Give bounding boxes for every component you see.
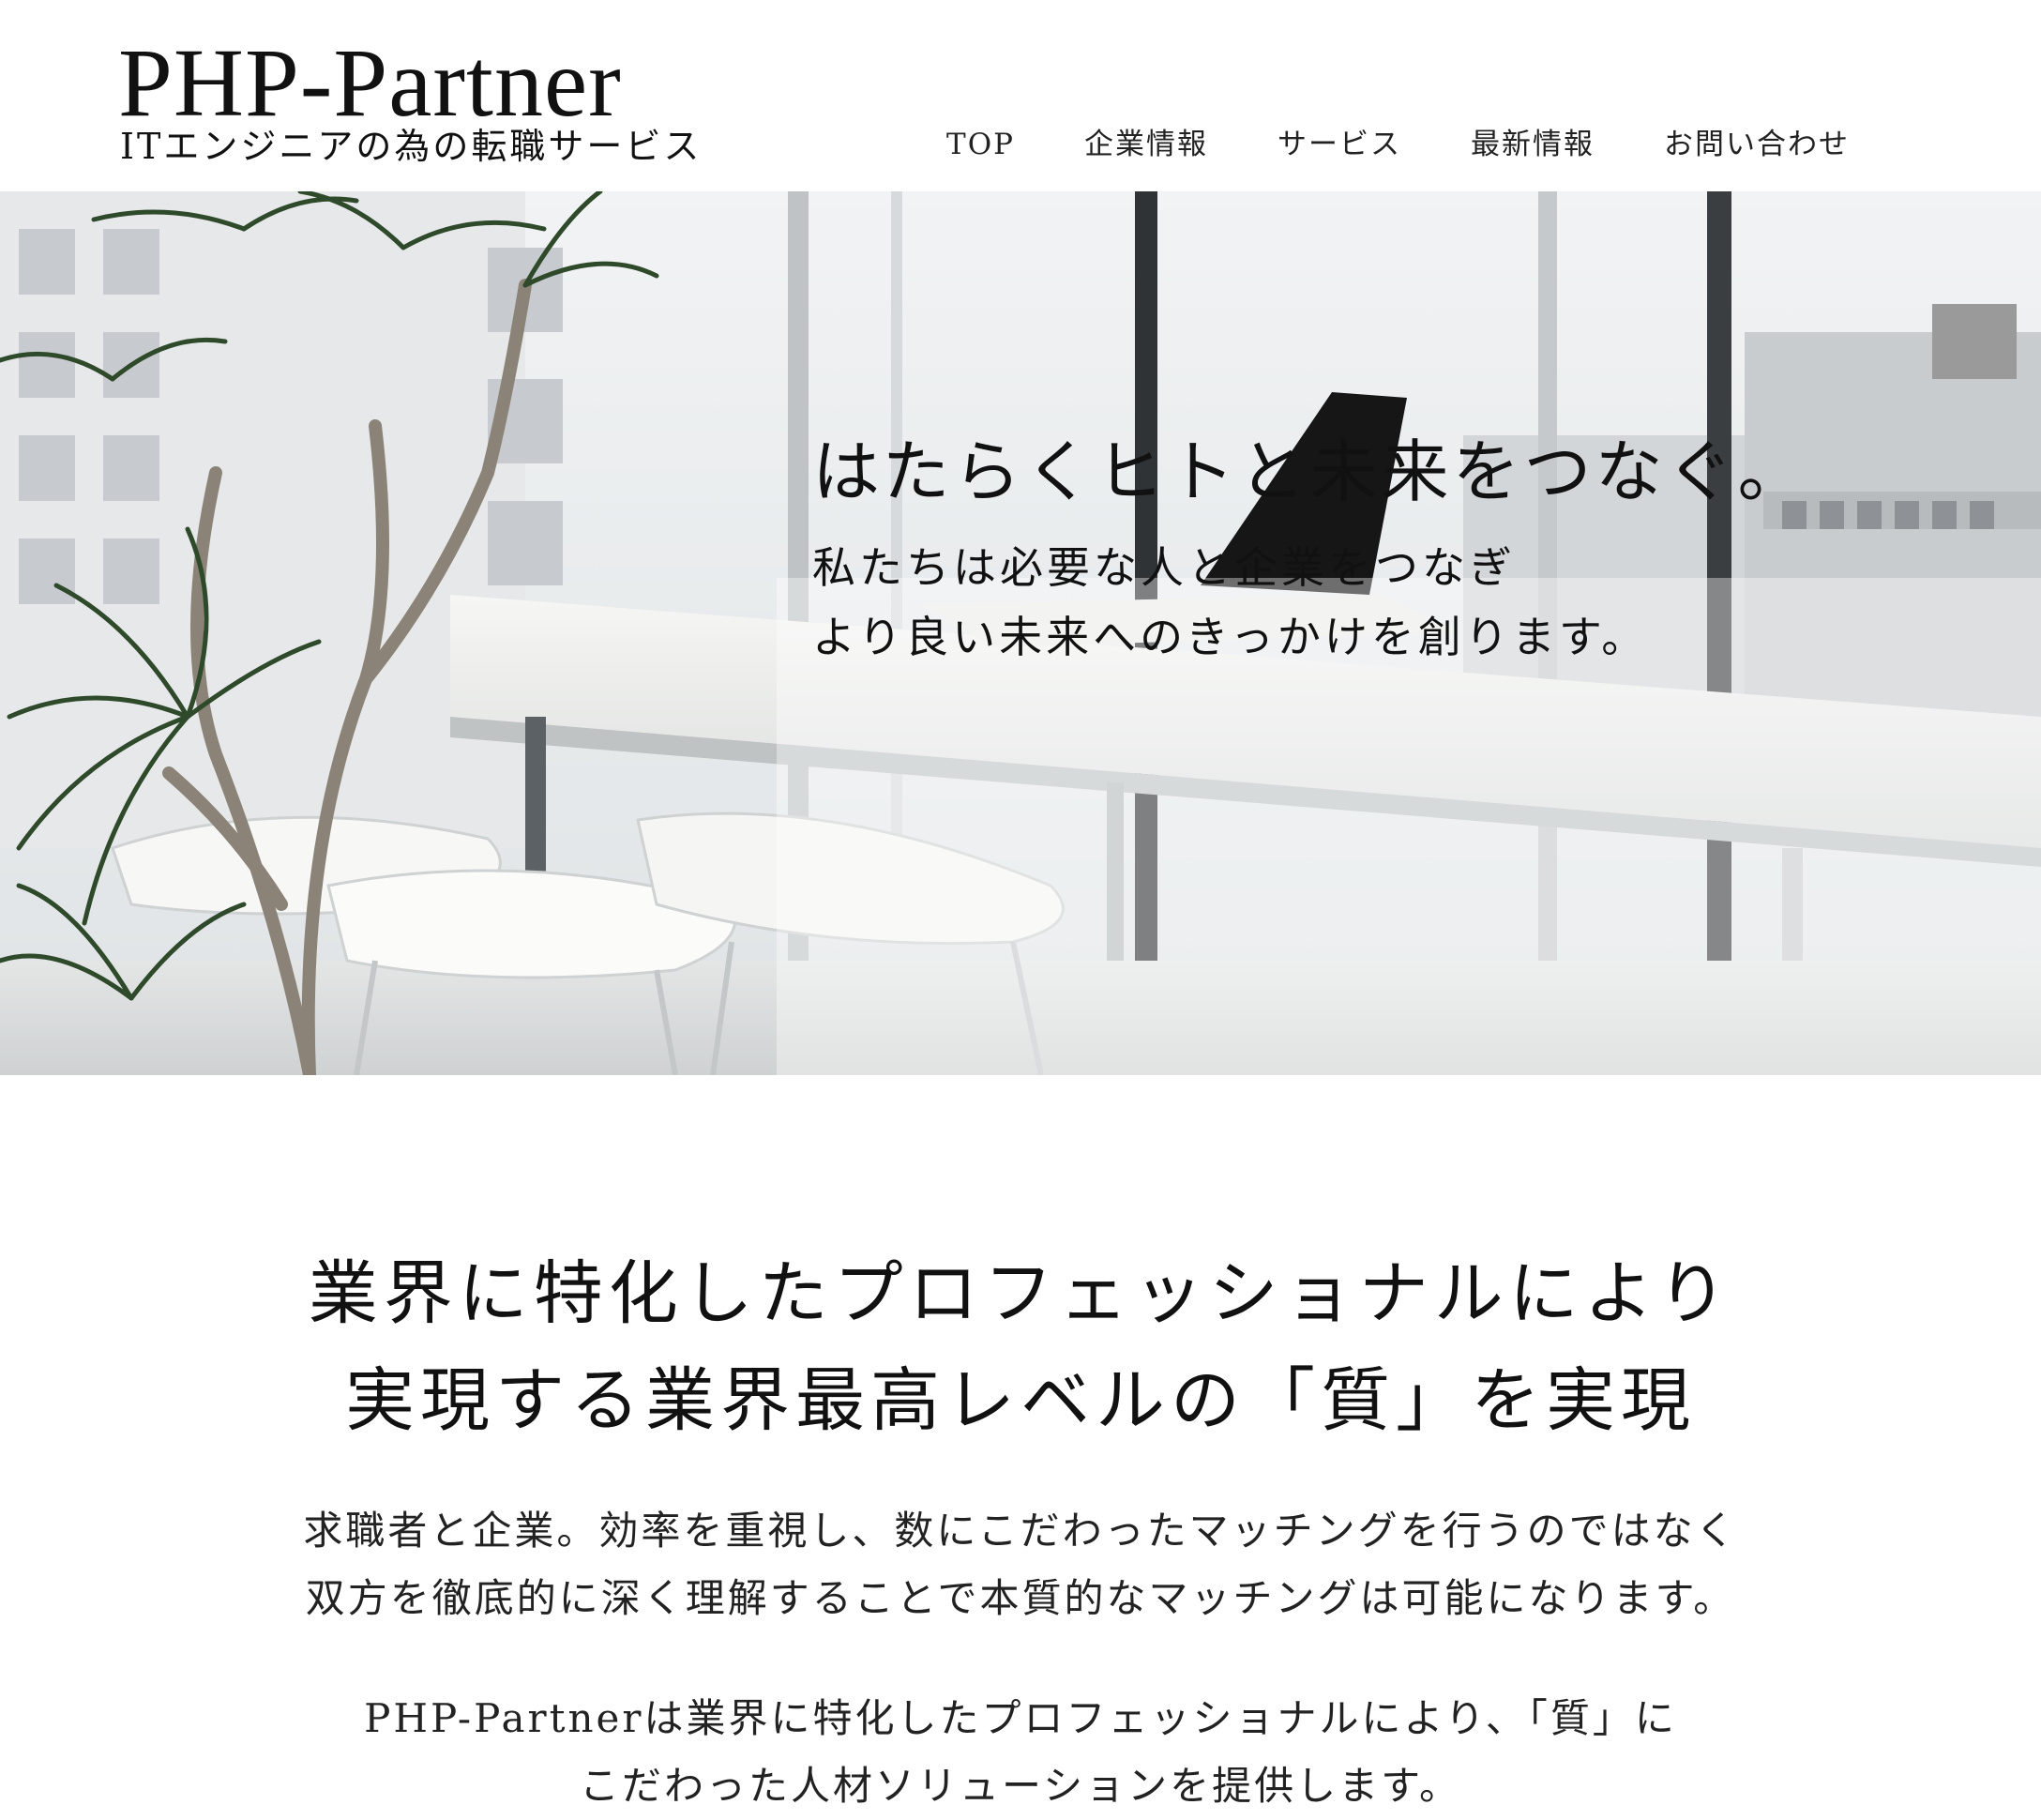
- nav-item-service[interactable]: サービス: [1278, 126, 1401, 163]
- site-logo-title[interactable]: PHP-Partner: [118, 32, 622, 135]
- site-tagline: ITエンジニアの為の転職サービス: [120, 126, 703, 167]
- intro-paragraph-line: 双方を徹底的に深く理解することで本質的なマッチングは可能になります。: [305, 1575, 1736, 1621]
- intro-paragraph-line: こだわった人材ソリューションを提供します。: [580, 1763, 1461, 1809]
- intro-paragraph-1: 求職者と企業。効率を重視し、数にこだわったマッチングを行うのではなく 双方を徹底…: [0, 1497, 2041, 1632]
- nav-item-top[interactable]: TOP: [946, 126, 1015, 163]
- intro-paragraph-line: 求職者と企業。効率を重視し、数にこだわったマッチングを行うのではなく: [303, 1508, 1738, 1554]
- main-nav: TOP 企業情報 サービス 最新情報 お問い合わせ: [877, 126, 1850, 163]
- hero-headline: はたらくヒトと未来をつなぐ。: [812, 432, 1809, 511]
- nav-item-news[interactable]: 最新情報: [1471, 126, 1595, 163]
- hero-subtext: 私たちは必要な人と企業をつなぎ より良い未来へのきっかけを創ります。: [812, 533, 1648, 672]
- hero-subtext-line: 私たちは必要な人と企業をつなぎ: [812, 542, 1516, 593]
- nav-item-contact[interactable]: お問い合わせ: [1664, 126, 1850, 163]
- hero-subtext-line: より良い未来へのきっかけを創ります。: [812, 612, 1649, 662]
- intro-paragraph-line: PHP-Partnerは業界に特化したプロフェッショナルにより、「質」に: [364, 1695, 1677, 1741]
- intro-heading-line: 実現する業界最高レベルの「質」を実現: [345, 1360, 1696, 1441]
- site-header: PHP-Partner ITエンジニアの為の転職サービス TOP 企業情報 サー…: [0, 0, 2041, 191]
- intro-heading: 業界に特化したプロフェッショナルにより 実現する業界最高レベルの「質」を実現: [0, 1240, 2041, 1454]
- nav-item-company[interactable]: 企業情報: [1084, 126, 1208, 163]
- intro-heading-line: 業界に特化したプロフェッショナルにより: [308, 1253, 1733, 1334]
- intro-paragraph-2: PHP-Partnerは業界に特化したプロフェッショナルにより、「質」に こだわ…: [0, 1685, 2041, 1820]
